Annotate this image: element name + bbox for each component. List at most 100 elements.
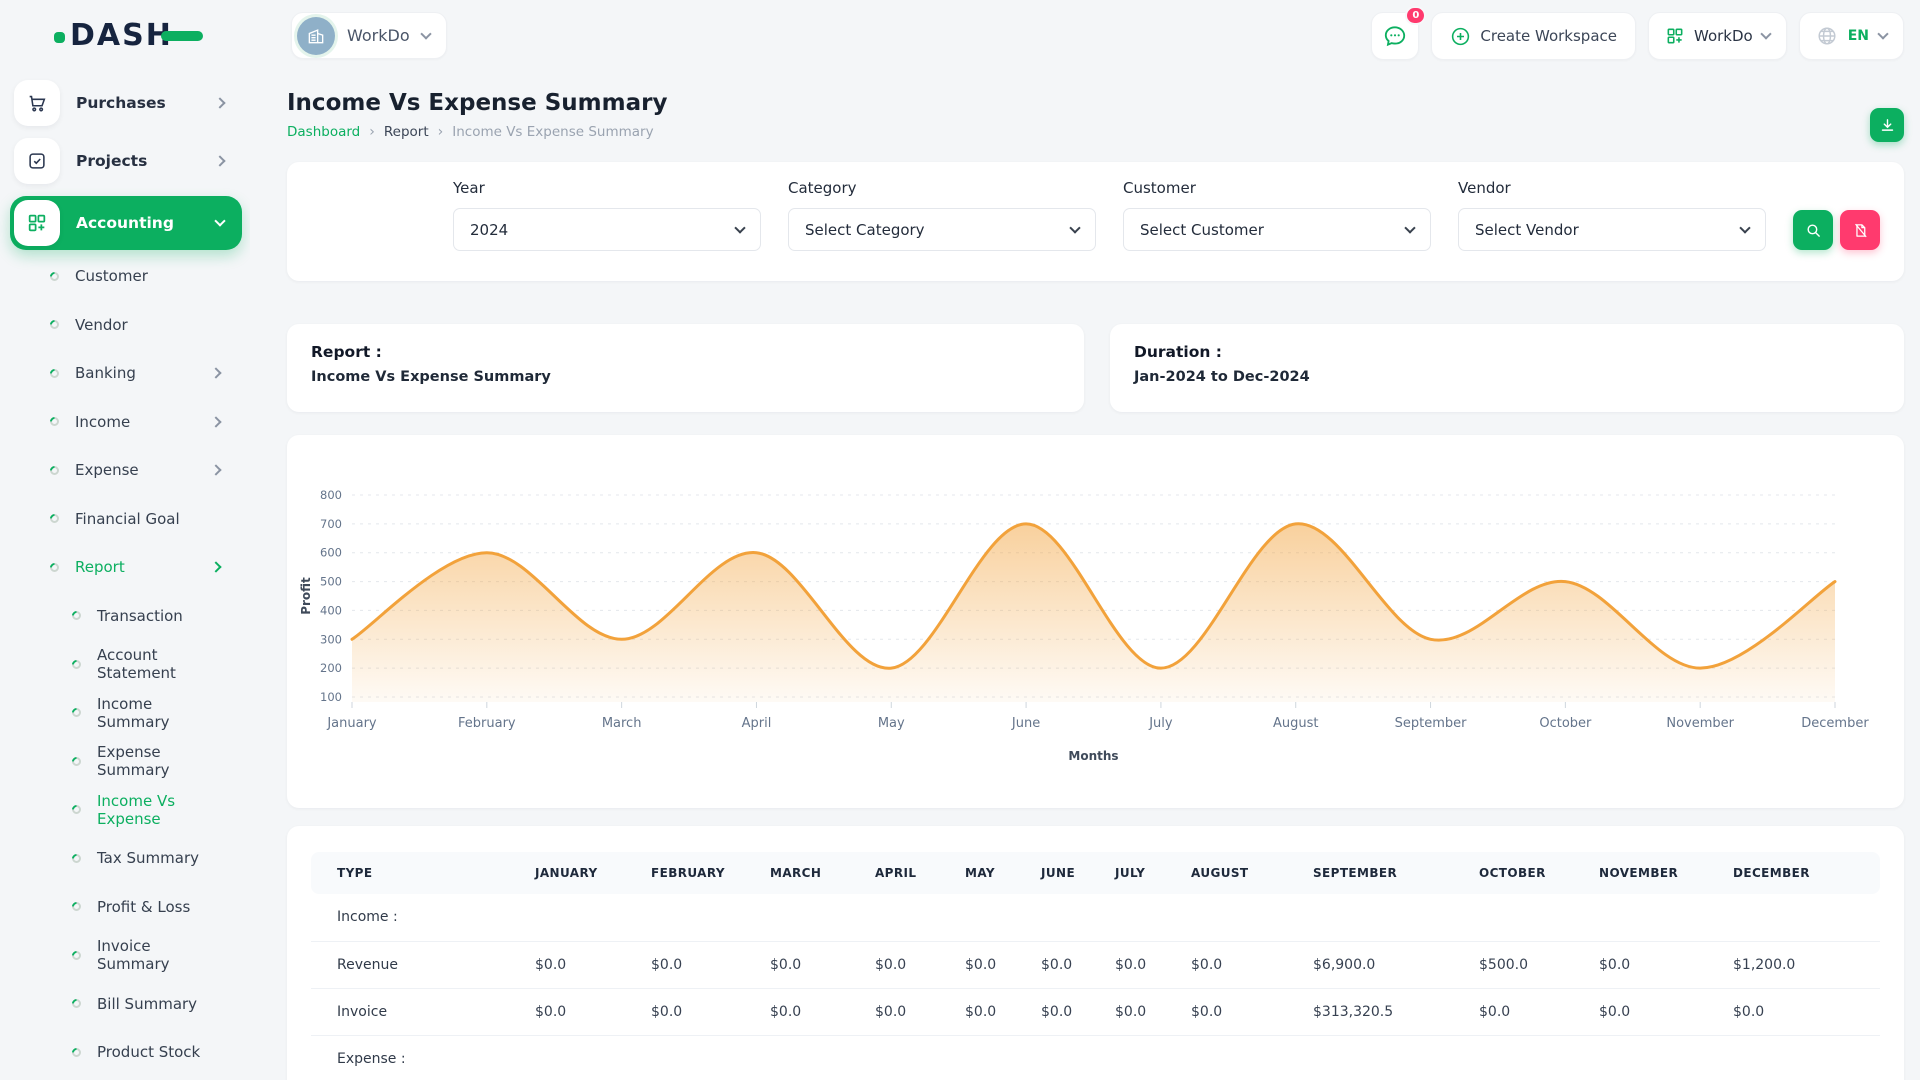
table-body: Income :Revenue$0.0$0.0$0.0$0.0$0.0$0.0$… — [311, 894, 1880, 1080]
create-workspace-button[interactable]: Create Workspace — [1431, 12, 1636, 60]
bullet-icon — [48, 512, 61, 525]
y-tick-label: 500 — [320, 575, 342, 589]
messages-button[interactable]: 0 — [1371, 12, 1419, 60]
column-header-february: FEBRUARY — [636, 852, 755, 894]
bullet-icon — [48, 464, 61, 477]
bullet-icon — [70, 755, 83, 768]
chevron-right-icon — [210, 368, 221, 379]
sidebar-item-financial-goal[interactable]: Financial Goal — [10, 495, 242, 544]
breadcrumb-dashboard[interactable]: Dashboard — [287, 124, 360, 140]
workdo-menu-label: WorkDo — [1694, 27, 1753, 45]
sidebar-item-income-summary[interactable]: Income Summary — [10, 689, 242, 738]
sidebar-item-bill-summary[interactable]: Bill Summary — [10, 980, 242, 1029]
sidebar-item-profit-loss[interactable]: Profit & Loss — [10, 883, 242, 932]
sidebar-item-banking[interactable]: Banking — [10, 349, 242, 398]
customer-select[interactable]: Select Customer — [1123, 208, 1431, 251]
globe-icon — [1816, 25, 1838, 47]
language-selector[interactable]: EN — [1799, 12, 1904, 60]
sidebar-item-accounting[interactable]: Accounting — [10, 196, 242, 250]
row-type: Revenue — [311, 941, 520, 988]
sidebar-item-expense-summary[interactable]: Expense Summary — [10, 737, 242, 786]
sidebar-item-label: Invoice Summary — [97, 937, 222, 973]
year-select[interactable]: 2024 — [453, 208, 761, 251]
sidebar-item-expense[interactable]: Expense — [10, 446, 242, 495]
sidebar-item-cash-flow[interactable]: Cash Flow — [10, 1077, 242, 1080]
chevron-down-icon — [420, 28, 431, 39]
x-tick-label: January — [326, 716, 377, 731]
sidebar-item-income[interactable]: Income — [10, 398, 242, 447]
accounting-icon — [14, 200, 60, 246]
x-tick-label: February — [458, 716, 516, 731]
filter-label: Customer — [1123, 179, 1431, 197]
sidebar-item-transaction[interactable]: Transaction — [10, 592, 242, 641]
x-axis-title: Months — [1068, 749, 1118, 763]
table-section-income: Income : — [311, 894, 1880, 941]
category-select[interactable]: Select Category — [788, 208, 1096, 251]
breadcrumb: Dashboard › Report › Income Vs Expense S… — [287, 124, 1904, 140]
sidebar-item-invoice-summary[interactable]: Invoice Summary — [10, 931, 242, 980]
cell-value: $0.0 — [520, 941, 636, 988]
table-section-expense: Expense : — [311, 1035, 1880, 1080]
duration-card-title: Duration : — [1134, 343, 1880, 361]
workdo-menu-button[interactable]: WorkDo — [1648, 12, 1787, 60]
cell-value: $0.0 — [1584, 988, 1718, 1035]
breadcrumb-report[interactable]: Report — [384, 124, 429, 140]
x-tick-label: April — [742, 716, 772, 731]
breadcrumb-current: Income Vs Expense Summary — [452, 124, 653, 140]
vendor-select[interactable]: Select Vendor — [1458, 208, 1766, 251]
select-value: Select Category — [805, 221, 925, 239]
sidebar-item-customer[interactable]: Customer — [10, 252, 242, 301]
messages-badge: 0 — [1405, 6, 1426, 25]
sidebar-item-label: Profit & Loss — [97, 898, 222, 916]
sidebar-item-label: Tax Summary — [97, 849, 222, 867]
table-row-revenue: Revenue$0.0$0.0$0.0$0.0$0.0$0.0$0.0$0.0$… — [311, 941, 1880, 988]
sidebar-item-label: Financial Goal — [75, 510, 222, 528]
cell-value: $0.0 — [1176, 988, 1298, 1035]
sidebar-item-purchases[interactable]: Purchases — [10, 80, 242, 126]
y-tick-label: 300 — [320, 632, 342, 646]
sidebar-item-report[interactable]: Report — [10, 543, 242, 592]
filter-card: Year2024CategorySelect CategoryCustomerS… — [287, 162, 1904, 281]
bullet-icon — [48, 318, 61, 331]
main-content: Income Vs Expense Summary Dashboard › Re… — [250, 72, 1920, 1080]
bullet-icon — [70, 609, 83, 622]
column-header-september: SEPTEMBER — [1298, 852, 1464, 894]
filter-field-vendor: VendorSelect Vendor — [1458, 179, 1766, 251]
cell-value: $0.0 — [1584, 941, 1718, 988]
cell-value: $0.0 — [860, 988, 950, 1035]
app-root: DASH WorkDo 0 — [0, 0, 1920, 1080]
duration-card: Duration : Jan-2024 to Dec-2024 — [1110, 324, 1904, 412]
column-header-june: JUNE — [1026, 852, 1100, 894]
sidebar-item-label: Customer — [75, 267, 222, 285]
data-table-card: TYPEJANUARYFEBRUARYMARCHAPRILMAYJUNEJULY… — [287, 826, 1904, 1080]
bullet-icon — [70, 900, 83, 913]
sidebar-item-projects[interactable]: Projects — [10, 138, 242, 184]
sidebar-item-label: Banking — [75, 364, 212, 382]
workspace-switcher[interactable]: WorkDo — [291, 12, 447, 59]
sidebar-item-account-statement[interactable]: Account Statement — [10, 640, 242, 689]
sidebar-item-product-stock[interactable]: Product Stock — [10, 1028, 242, 1077]
cell-value: $0.0 — [950, 988, 1026, 1035]
section-label: Income : — [311, 894, 1880, 941]
page-title: Income Vs Expense Summary — [287, 90, 1904, 116]
section-label: Expense : — [311, 1035, 1880, 1080]
sidebar-item-vendor[interactable]: Vendor — [10, 301, 242, 350]
logo-text: DASH — [70, 18, 173, 53]
sidebar-item-label: Income Vs Expense — [97, 792, 222, 828]
download-button[interactable] — [1870, 108, 1904, 142]
filter-row: Year2024CategorySelect CategoryCustomerS… — [287, 162, 1904, 268]
bullet-icon — [70, 949, 83, 962]
cell-value: $0.0 — [520, 988, 636, 1035]
workspace-name: WorkDo — [347, 26, 410, 45]
cell-value: $0.0 — [1026, 941, 1100, 988]
bullet-icon — [70, 997, 83, 1010]
sidebar-item-tax-summary[interactable]: Tax Summary — [10, 834, 242, 883]
reset-filter-button[interactable] — [1840, 210, 1880, 250]
column-header-october: OCTOBER — [1464, 852, 1584, 894]
bullet-icon — [70, 852, 83, 865]
bullet-icon — [70, 658, 83, 671]
bullet-icon — [70, 1046, 83, 1059]
sidebar-item-income-vs-expense[interactable]: Income Vs Expense — [10, 786, 242, 835]
apply-filter-button[interactable] — [1793, 210, 1833, 250]
column-header-december: DECEMBER — [1718, 852, 1880, 894]
